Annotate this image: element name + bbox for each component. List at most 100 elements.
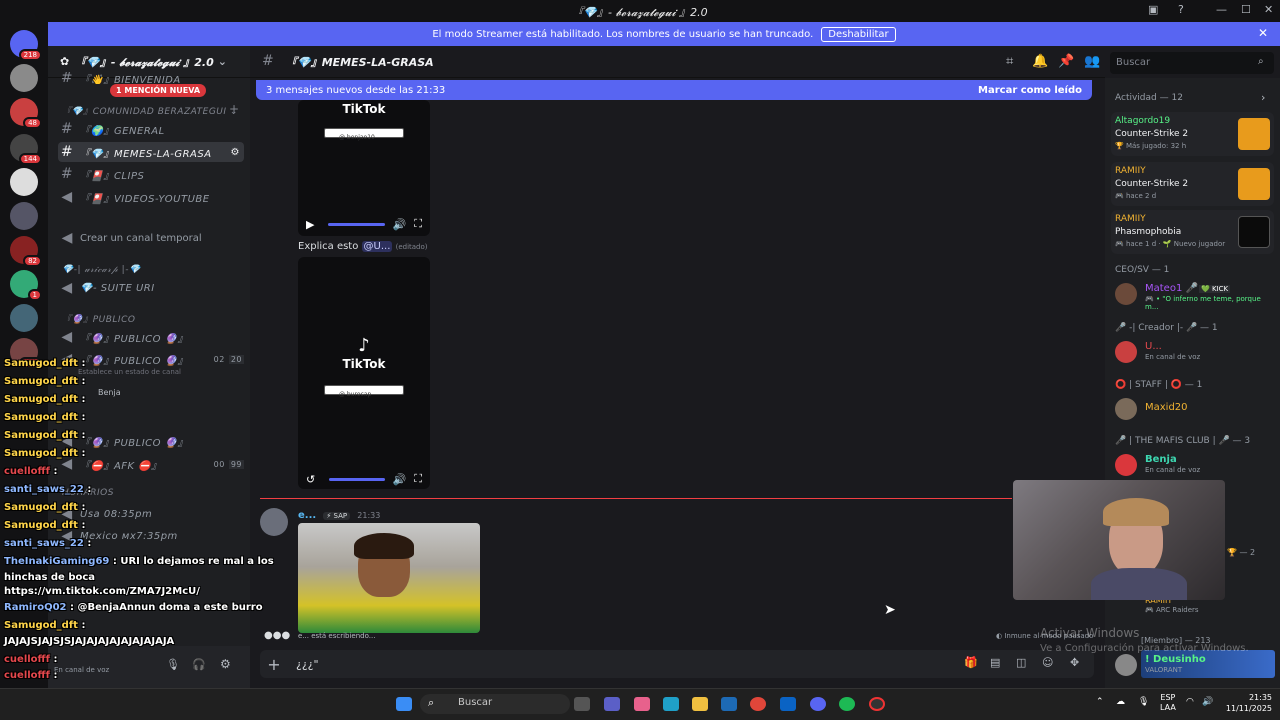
overlay-chat-user: TheInakiGaming69 xyxy=(4,556,110,567)
channel-bienvenida[interactable]: # 『👋』BIENVENIDA xyxy=(58,72,244,84)
member-item[interactable]: U... En canal de voz xyxy=(1115,339,1275,365)
activity-card[interactable]: RAMIIY Counter-Strike 2 🎮 hace 2 d xyxy=(1111,162,1274,206)
overlay-chat-user: Samugod_dft xyxy=(4,394,78,405)
tray-chevron-icon[interactable]: ⌃ xyxy=(1096,697,1104,707)
overlay-chat-separator: : xyxy=(50,466,58,477)
channel-memes-la-grasa[interactable]: # 『💎』MEMES-LA-GRASA ⚙ xyxy=(58,142,244,162)
maximize-button[interactable]: ☐ xyxy=(1241,3,1251,16)
new-mention-pill[interactable]: 1 MENCIÓN NUEVA xyxy=(110,84,207,97)
create-temp-channel[interactable]: ◀ Crear un canal temporal xyxy=(58,228,244,248)
replay-icon[interactable]: ↺ xyxy=(306,473,315,486)
sticker-icon[interactable]: ◫ xyxy=(1016,656,1026,669)
chevron-right-icon[interactable]: › xyxy=(1261,91,1265,104)
server-icon[interactable]: 144 xyxy=(10,134,42,165)
new-messages-divider xyxy=(260,498,1012,499)
pin-icon[interactable]: 📌 xyxy=(1058,54,1074,69)
apps-icon[interactable]: ✥ xyxy=(1070,656,1079,669)
mic-icon[interactable]: 🎙 xyxy=(1138,697,1149,707)
spotify-icon[interactable] xyxy=(839,697,855,711)
server-icon[interactable] xyxy=(10,304,38,332)
volume-icon[interactable]: 🔊 xyxy=(393,473,407,486)
wifi-icon[interactable]: ◠ xyxy=(1186,697,1194,707)
badge: 1 xyxy=(27,289,42,301)
play-icon[interactable]: ▶ xyxy=(306,218,314,231)
category-comunidad[interactable]: 『💎』COMUNIDAD BERAZATEGUI ⌄ + xyxy=(62,102,240,117)
hash-icon: # xyxy=(60,72,74,84)
progress-bar[interactable] xyxy=(328,222,385,226)
member-item[interactable]: Benja En canal de voz xyxy=(1115,452,1275,478)
add-channel-icon[interactable]: + xyxy=(229,102,240,116)
streamer-mode-banner: El modo Streamer está habilitado. Los no… xyxy=(48,22,1280,46)
inbox-icon[interactable]: ▣ xyxy=(1148,3,1158,16)
channel-publico-1[interactable]: ◀ 『🔮』PUBLICO 🔮』 xyxy=(58,327,244,347)
category-publico[interactable]: 『🔮』PUBLICO xyxy=(62,312,135,325)
help-icon[interactable]: ? xyxy=(1178,3,1184,16)
emoji-icon[interactable]: ☺ xyxy=(1042,656,1053,669)
edge-icon[interactable] xyxy=(663,697,679,711)
activity-card[interactable]: Altagordo19 Counter-Strike 2 🏆 Más jugad… xyxy=(1111,112,1274,156)
server-icon[interactable] xyxy=(10,64,38,92)
video-embed[interactable]: ♪ TikTok @ burocap ↺ 🔊 ⛶ xyxy=(298,257,430,489)
server-icon[interactable] xyxy=(10,168,38,196)
hash-icon: # xyxy=(60,166,74,182)
taskbar-search[interactable]: Buscar xyxy=(420,694,570,714)
clock-date: 11/11/2025 xyxy=(1225,704,1272,713)
volume-icon[interactable]: 🔊 xyxy=(393,218,407,231)
taskbar-clock[interactable]: 21:35 11/11/2025 xyxy=(1226,692,1272,714)
bell-icon[interactable]: 🔔 xyxy=(1032,54,1048,69)
volume-icon[interactable]: 🔊 xyxy=(1202,697,1213,707)
member-item[interactable]: Mateo1 🎤 💚 KICK 🎮 • "O inferno me teme, … xyxy=(1115,281,1275,311)
new-messages-bar[interactable]: 3 mensajes nuevos desde las 21:33 Marcar… xyxy=(256,80,1092,100)
gift-icon[interactable]: 🎁 xyxy=(964,656,978,669)
server-icon[interactable]: 48 xyxy=(10,98,42,129)
disable-streamer-button[interactable]: Deshabilitar xyxy=(821,26,896,42)
copilot-icon[interactable] xyxy=(634,697,650,711)
message-image[interactable] xyxy=(298,523,480,633)
activity-card[interactable]: RAMIIY Phasmophobia 🎮 hace 1 d · 🌱 Nuevo… xyxy=(1111,210,1274,254)
threads-icon[interactable]: ⌗ xyxy=(1006,54,1013,69)
minimize-button[interactable]: — xyxy=(1216,3,1227,16)
windows-start-icon[interactable] xyxy=(396,697,412,711)
server-icon[interactable]: 1 xyxy=(10,270,42,301)
fullscreen-icon[interactable]: ⛶ xyxy=(414,217,422,231)
progress-bar[interactable] xyxy=(329,477,385,481)
video-embed[interactable]: TikTok @ benjao10 ▶ 🔊 ⛶ xyxy=(298,100,430,236)
overlay-chat-separator: : xyxy=(83,484,92,495)
search-input[interactable]: Buscar xyxy=(1110,52,1274,74)
fullscreen-icon[interactable]: ⛶ xyxy=(414,472,422,486)
direct-messages-icon[interactable]: 218 xyxy=(10,30,42,61)
close-window-button[interactable]: ✕ xyxy=(1264,3,1273,16)
members-icon[interactable]: 👥 xyxy=(1084,54,1100,69)
user-mention[interactable]: @U... xyxy=(361,241,393,252)
chrome-icon[interactable] xyxy=(750,697,766,711)
discord-taskbar-icon[interactable] xyxy=(810,697,826,711)
obs-icon[interactable] xyxy=(869,697,885,711)
handle-text: @ burocap xyxy=(339,391,372,398)
author-name[interactable]: e... xyxy=(298,510,316,521)
member-item[interactable]: Maxid20 xyxy=(1115,396,1275,422)
settings-icon[interactable]: ⚙ xyxy=(231,147,240,158)
task-view-icon[interactable] xyxy=(574,697,590,711)
gif-icon[interactable]: ▤ xyxy=(990,656,1000,669)
channel-videos-youtube[interactable]: ◀ 『🎴』VIDEOS-YOUTUBE xyxy=(58,187,244,207)
close-icon[interactable]: ✕ xyxy=(1258,26,1268,40)
channel-general[interactable]: # 『🌍』GENERAL xyxy=(58,119,244,139)
overlay-chat-user: RamiroQ02 xyxy=(4,602,67,613)
teams-icon[interactable] xyxy=(604,697,620,711)
cloud-icon[interactable]: ☁ xyxy=(1116,697,1125,707)
outlook-icon[interactable] xyxy=(780,697,796,711)
server-icon[interactable]: 82 xyxy=(10,236,42,267)
store-icon[interactable] xyxy=(721,697,737,711)
category-uricarp[interactable]: 💎-| 𝓊𝓇𝒾𝒸𝒶𝓇𝓅 |-💎 xyxy=(62,265,141,275)
server-icon[interactable] xyxy=(10,202,38,230)
megaphone-icon: ◀ xyxy=(61,189,73,205)
message-input[interactable]: + ¿¿¿" 🎁 ▤ ◫ ☺ ✥ xyxy=(260,650,1094,678)
channel-suite-uri[interactable]: ◀ 💎- SUITE URI xyxy=(58,278,244,298)
file-explorer-icon[interactable] xyxy=(692,697,708,711)
language-indicator[interactable]: ESP LAA xyxy=(1160,693,1176,713)
add-attachment-icon[interactable]: + xyxy=(260,655,288,674)
mark-read-button[interactable]: Marcar como leído xyxy=(978,85,1082,96)
channel-clips[interactable]: # 『🎴』CLIPS xyxy=(58,164,244,184)
avatar[interactable] xyxy=(260,508,288,536)
channel-label: 『🌍』GENERAL xyxy=(80,125,165,137)
